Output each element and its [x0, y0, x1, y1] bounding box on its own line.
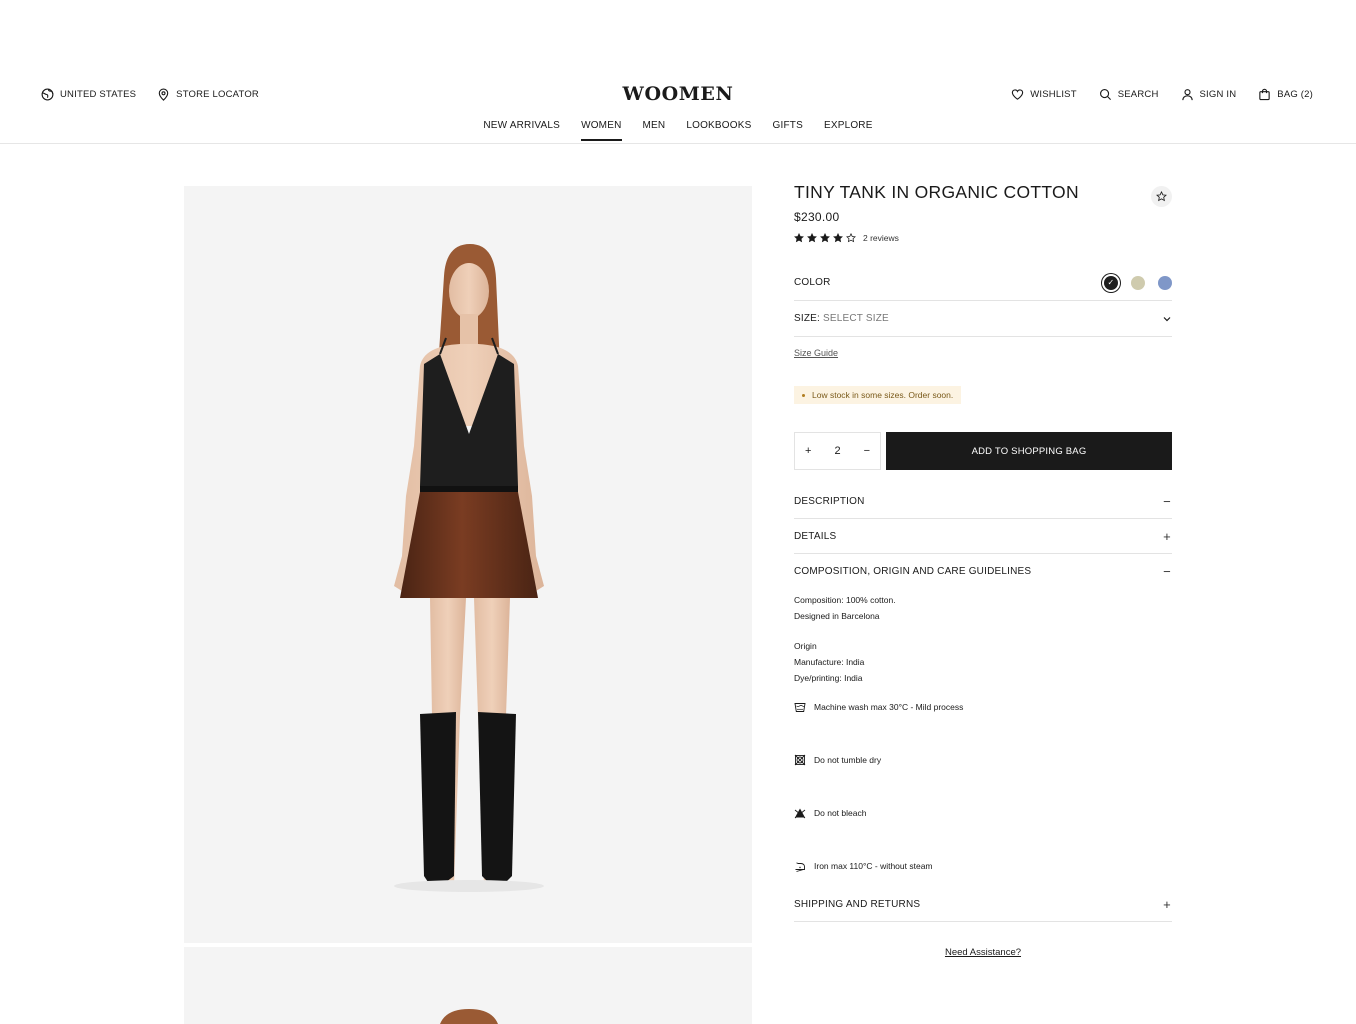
quantity-stepper: + 2 − [794, 432, 881, 470]
accordion-composition-label: COMPOSITION, ORIGIN AND CARE GUIDELINES [794, 566, 1032, 577]
quantity-decrease-button[interactable]: − [864, 445, 870, 457]
rating-stars [794, 233, 859, 243]
quantity-increase-button[interactable]: + [805, 445, 811, 457]
star-filled-icon [794, 233, 804, 243]
nav-item-explore[interactable]: EXPLORE [824, 120, 873, 141]
size-guide-link[interactable]: Size Guide [794, 348, 838, 358]
color-swatch[interactable] [1158, 275, 1172, 290]
sign-in-link[interactable]: SIGN IN [1181, 88, 1237, 101]
size-label: SIZE: [794, 313, 821, 324]
expand-icon: + [1163, 528, 1171, 544]
origin-title: Origin [794, 641, 817, 651]
star-empty-icon [846, 233, 856, 243]
add-to-bag-button[interactable]: ADD TO SHOPPING BAG [886, 432, 1172, 470]
quantity-value[interactable]: 2 [834, 445, 840, 457]
purchase-controls: + 2 − ADD TO SHOPPING BAG [794, 432, 1172, 470]
star-outline-icon [1156, 191, 1167, 202]
designed-in-line: Designed in Barcelona [794, 611, 880, 621]
accordion-shipping[interactable]: SHIPPING AND RETURNS + [794, 887, 1172, 922]
main-navigation: NEW ARRIVALS WOMEN MEN LOOKBOOKS GIFTS E… [0, 120, 1356, 141]
care-item-tumble: Do not tumble dry [794, 752, 1172, 768]
care-tumble-text: Do not tumble dry [814, 755, 882, 765]
reviews-link[interactable]: 2 reviews [863, 233, 899, 243]
nav-item-new-arrivals[interactable]: NEW ARRIVALS [483, 120, 560, 141]
accordion-description[interactable]: DESCRIPTION − [794, 484, 1172, 519]
wishlist-link[interactable]: WISHLIST [1011, 88, 1077, 101]
search-icon [1099, 89, 1111, 101]
no-bleach-icon [794, 808, 806, 819]
product-info-panel: TINY TANK IN ORGANIC COTTON $230.00 2 re… [794, 180, 1172, 958]
search-link[interactable]: SEARCH [1099, 88, 1159, 101]
dye-line: Dye/printing: India [794, 673, 863, 683]
star-filled-icon [807, 233, 817, 243]
care-item-bleach: Do not bleach [794, 805, 1172, 821]
model-photo [394, 244, 544, 892]
color-swatches [1091, 275, 1172, 290]
low-stock-notice: Low stock in some sizes. Order soon. [794, 386, 962, 404]
expand-icon: + [1163, 896, 1171, 912]
care-wash-text: Machine wash max 30°C - Mild process [814, 702, 964, 712]
user-icon [1181, 89, 1193, 101]
size-selector-text: SIZE: SELECT SIZE [794, 313, 889, 324]
product-image-secondary[interactable] [184, 947, 752, 1024]
composition-line: Composition: 100% cotton. [794, 595, 896, 605]
accordion-description-label: DESCRIPTION [794, 495, 865, 507]
care-item-iron: Iron max 110°C - without steam [794, 858, 1172, 874]
nav-item-men[interactable]: MEN [643, 120, 666, 141]
model-photo-secondary [440, 1009, 498, 1024]
heart-icon [1012, 89, 1024, 100]
product-rating: 2 reviews [794, 233, 1172, 243]
color-label: COLOR [794, 277, 831, 288]
bag-label: BAG (2) [1277, 89, 1313, 100]
manufacture-line: Manufacture: India [794, 657, 865, 667]
header-utility-right: WISHLIST SEARCH SIGN IN BAG (2) [989, 88, 1313, 101]
care-bleach-text: Do not bleach [814, 808, 867, 818]
sign-in-label: SIGN IN [1199, 89, 1237, 100]
size-selector[interactable]: SIZE: SELECT SIZE [794, 301, 1172, 337]
care-item-wash: Machine wash max 30°C - Mild process [794, 699, 1172, 715]
wash-icon [794, 703, 806, 712]
product-title: TINY TANK IN ORGANIC COTTON [794, 182, 1079, 202]
need-assistance-link[interactable]: Need Assistance? [945, 947, 1021, 958]
accordion-composition[interactable]: COMPOSITION, ORIGIN AND CARE GUIDELINES … [794, 554, 1172, 589]
stock-dot-icon [802, 393, 805, 397]
composition-content: Composition: 100% cotton. Designed in Ba… [794, 589, 1172, 874]
collapse-icon: − [1163, 564, 1171, 579]
star-filled-icon [833, 233, 843, 243]
assistance-section: Need Assistance? [794, 947, 1172, 958]
accordion-shipping-label: SHIPPING AND RETURNS [794, 898, 921, 910]
color-swatch[interactable] [1104, 275, 1118, 290]
search-label: SEARCH [1117, 89, 1159, 100]
star-filled-icon [820, 233, 830, 243]
bag-link[interactable]: BAG (2) [1258, 88, 1313, 101]
no-tumble-dry-icon [794, 754, 806, 766]
nav-item-women[interactable]: WOMEN [581, 120, 622, 141]
chevron-down-icon [1163, 316, 1171, 321]
low-stock-text: Low stock in some sizes. Order soon. [812, 390, 954, 400]
product-price: $230.00 [794, 210, 840, 224]
nav-item-lookbooks[interactable]: LOOKBOOKS [686, 120, 751, 141]
iron-icon [795, 862, 805, 872]
size-value: SELECT SIZE [823, 313, 889, 324]
wishlist-label: WISHLIST [1030, 89, 1077, 100]
color-selector: COLOR [794, 265, 1172, 301]
product-image-main[interactable] [184, 186, 752, 943]
site-header: UNITED STATES STORE LOCATOR WOOMEN WISHL… [0, 0, 1356, 144]
color-swatch[interactable] [1131, 275, 1145, 290]
accordion-details[interactable]: DETAILS + [794, 519, 1172, 554]
collapse-icon: − [1163, 493, 1171, 509]
nav-item-gifts[interactable]: GIFTS [773, 120, 803, 141]
accordion-details-label: DETAILS [794, 530, 837, 542]
favorite-button[interactable] [1151, 186, 1172, 207]
shopping-bag-icon [1259, 88, 1270, 101]
care-iron-text: Iron max 110°C - without steam [814, 861, 933, 871]
